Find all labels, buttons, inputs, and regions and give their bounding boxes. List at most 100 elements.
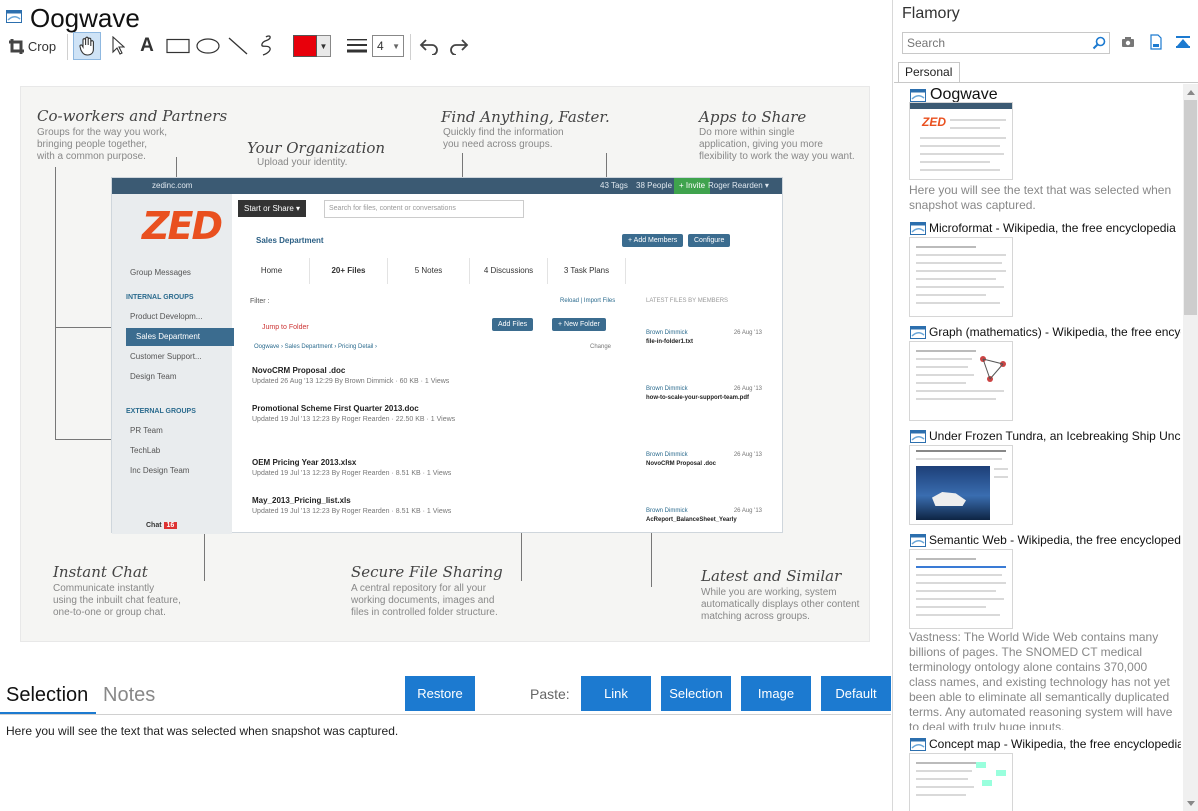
paste-default-button[interactable]: Default [821, 676, 891, 711]
file-row: Promotional Scheme First Quarter 2013.do… [252, 404, 456, 423]
toolbar: Crop A ▼ 4 ▼ [0, 32, 893, 62]
line-width-icon [347, 39, 367, 53]
list-item-description: Vastness: The World Wide Web contains ma… [909, 630, 1173, 730]
concept-map-icon [976, 762, 1008, 788]
group-messages: Group Messages [130, 268, 191, 277]
app-search: Search for files, content or conversatio… [324, 200, 524, 218]
snapshot-thumbnail: ZED [909, 102, 1013, 180]
crop-icon [8, 38, 24, 54]
line-width-button[interactable] [344, 32, 370, 60]
people-count: 38 People [636, 181, 673, 190]
add-members-button: + Add Members [622, 234, 684, 247]
latest-heading: LATEST FILES BY MEMBERS [646, 298, 729, 304]
crop-button[interactable]: Crop [6, 32, 58, 60]
change-link: Change [590, 344, 612, 350]
group-item: Customer Support... [130, 352, 202, 361]
annotation-text: Communicate instantly using the inbuilt c… [53, 583, 181, 618]
select-tool-button[interactable] [106, 32, 130, 60]
tags-count: 43 Tags [600, 181, 628, 190]
selection-text[interactable]: Here you will see the text that was sele… [6, 724, 398, 738]
camera-icon[interactable] [1121, 36, 1135, 48]
page-icon [910, 738, 926, 751]
redo-icon [450, 39, 469, 55]
annotation-title: Latest and Similar [701, 567, 842, 585]
app-tab: 3 Task Plans [548, 258, 626, 284]
freehand-tool-button[interactable] [255, 32, 281, 60]
snapshot-thumbnail [909, 753, 1013, 811]
ellipse-icon [196, 38, 220, 54]
color-picker[interactable]: ▼ [292, 32, 332, 60]
invite-button: + Invite [674, 178, 711, 194]
ellipse-tool-button[interactable] [194, 32, 222, 60]
paste-image-button[interactable]: Image [741, 676, 811, 711]
app-tab: 5 Notes [388, 258, 470, 284]
snapshot-list: Oogwave ZED Here you will see the text t… [894, 84, 1184, 811]
restore-button[interactable]: Restore [405, 676, 475, 711]
undo-button[interactable] [416, 32, 442, 60]
connector-line [204, 533, 205, 581]
paste-link-button[interactable]: Link [581, 676, 651, 711]
page-title: Oogwave [30, 3, 140, 33]
undo-icon [419, 39, 438, 55]
jump-folder: Jump to Folder [262, 324, 309, 331]
page-icon [910, 326, 926, 339]
graph-thumbnail-icon [980, 356, 1006, 382]
text-tool-icon: A [140, 35, 154, 56]
latest-item: Brown Dimmick 26 Aug '13 AcReport_Balance… [646, 508, 762, 523]
rectangle-tool-button[interactable] [164, 32, 192, 60]
chevron-down-icon: ▼ [317, 35, 331, 57]
annotation-text: Upload your identity. [257, 157, 348, 168]
annotation-text: Do more within single application, giving… [699, 127, 855, 162]
start-share-button: Start or Share ▾ [238, 200, 307, 217]
page-icon [910, 534, 926, 547]
tab-notes[interactable]: Notes [103, 684, 155, 707]
toolbar-divider [410, 34, 411, 60]
list-item-title: Under Frozen Tundra, an Icebreaking Ship… [929, 429, 1181, 443]
new-folder-button: + New Folder [552, 318, 606, 331]
line-width-select[interactable]: 4 ▼ [372, 32, 404, 60]
flamory-sidebar: Flamory Personal Oogwave ZED Here you wi… [894, 0, 1198, 811]
scrollbar-thumb[interactable] [1184, 100, 1197, 315]
annotation-text: Quickly find the information you need acr… [443, 127, 564, 150]
configure-button: Configure [688, 234, 731, 247]
group-item: Product Developm... [130, 312, 203, 321]
app-tab: Home [234, 258, 310, 284]
app-sidebar: ZED Group Messages INTERNAL GROUPS Produ… [112, 194, 234, 534]
snapshot-image[interactable]: Co-workers and Partners Groups for the w… [20, 86, 870, 642]
document-icon[interactable] [1150, 34, 1162, 50]
line-tool-button[interactable] [225, 32, 251, 60]
file-row: NovoCRM Proposal .doc Updated 26 Aug '13 … [252, 366, 450, 385]
app-topbar: zedinc.com 43 Tags 38 People + Invite Ro… [112, 178, 782, 194]
hand-tool-button[interactable] [73, 32, 101, 60]
page-icon [910, 222, 926, 235]
snapshot-thumbnail [909, 445, 1013, 525]
hand-icon [79, 36, 94, 56]
tab-personal[interactable]: Personal [898, 62, 960, 83]
annotation-text: A central repository for all your working… [351, 583, 498, 618]
divider [0, 714, 891, 715]
text-tool-button[interactable]: A [134, 32, 160, 60]
page-icon [910, 89, 926, 102]
tab-selection[interactable]: Selection [6, 684, 88, 707]
latest-item: Brown Dimmick 26 Aug '13 file-in-folder1.… [646, 330, 762, 345]
search-icon[interactable] [1092, 36, 1106, 50]
search-input[interactable] [903, 33, 1083, 53]
scroll-up-icon[interactable] [1186, 88, 1196, 96]
collapse-up-icon[interactable] [1175, 35, 1191, 49]
external-groups-heading: EXTERNAL GROUPS [126, 408, 196, 415]
list-item-title: Concept map - Wikipedia, the free encycl… [929, 737, 1181, 751]
search-box[interactable] [902, 32, 1110, 54]
chat-label: Chat 16 [146, 522, 178, 529]
list-item-title: Graph (mathematics) - Wikipedia, the fre… [929, 325, 1181, 339]
snapshot-thumbnail [909, 341, 1013, 421]
annotation-text: Groups for the way you work, bringing peo… [37, 127, 168, 162]
user-menu: Roger Rearden ▾ [708, 181, 769, 190]
redo-button[interactable] [446, 32, 472, 60]
paste-label: Paste: [530, 686, 570, 702]
app-domain: zedinc.com [152, 181, 193, 190]
list-item-title: Microformat - Wikipedia, the free encycl… [929, 221, 1176, 235]
line-width-value: 4 [377, 39, 384, 53]
paste-selection-button[interactable]: Selection [661, 676, 731, 711]
scroll-down-icon[interactable] [1186, 800, 1196, 808]
embedded-app-screenshot: zedinc.com 43 Tags 38 People + Invite Ro… [111, 177, 783, 534]
